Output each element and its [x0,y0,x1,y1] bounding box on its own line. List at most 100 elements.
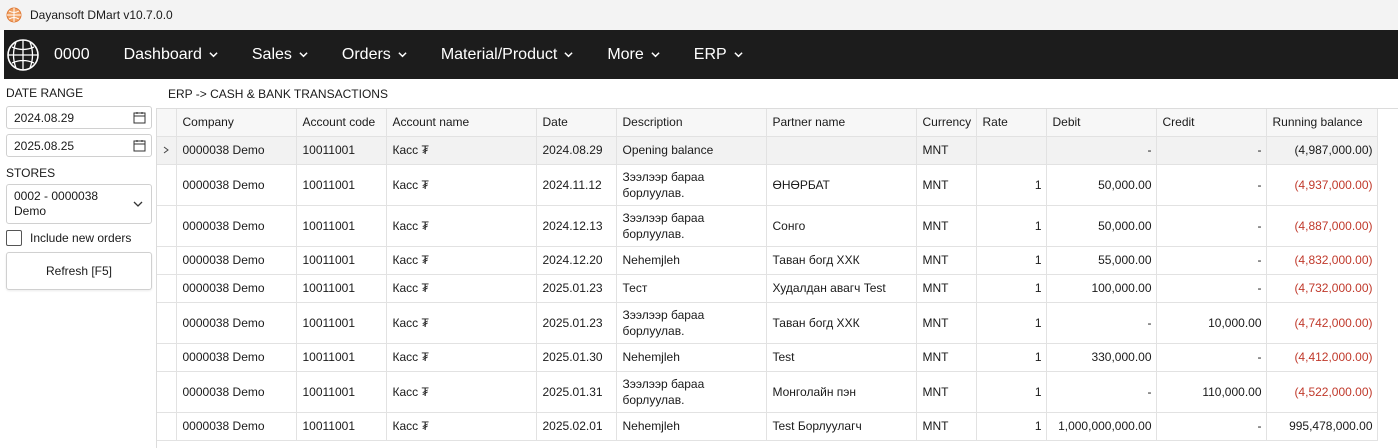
cell-running-balance[interactable]: (4,887,000.00) [1266,205,1378,247]
cell-rate[interactable]: 1 [976,205,1047,247]
cell-account-code[interactable]: 10011001 [296,343,387,372]
cell-rate[interactable]: 1 [976,412,1047,441]
nav-material-product[interactable]: Material/Product [431,30,584,79]
cell-description[interactable]: Opening balance [616,136,767,165]
cell-credit[interactable]: - [1156,246,1267,275]
cell-currency[interactable]: MNT [916,343,977,372]
cell-account-code[interactable]: 10011001 [296,164,387,206]
cell-date[interactable]: 2025.01.30 [536,343,617,372]
cell-date[interactable]: 2025.01.31 [536,371,617,413]
cell-account-name[interactable]: Касс ₮ [386,205,537,247]
cell-company[interactable]: 0000038 Demo [176,205,297,247]
cell-description[interactable]: Nehemjleh [616,412,767,441]
cell-credit[interactable]: - [1156,164,1267,206]
cell-partner-name[interactable]: Худалдан авагч Test [766,274,917,303]
table-row[interactable]: 0000038 Demo 10011001 Касс ₮ 2024.11.12 Зээл… [157,164,1378,206]
include-new-orders-checkbox[interactable] [6,230,22,246]
cell-description[interactable]: Nehemjleh [616,343,767,372]
cell-description[interactable]: Зээлээр бараа борлуулав. [616,302,767,344]
cell-credit[interactable]: 110,000.00 [1156,371,1267,413]
cell-rate[interactable] [976,136,1047,165]
cell-rate[interactable]: 1 [976,371,1047,413]
row-selector[interactable] [157,274,177,303]
row-selector[interactable] [157,246,177,275]
column-header[interactable]: Account name [386,109,537,137]
cell-debit[interactable]: 100,000.00 [1046,274,1157,303]
cell-currency[interactable]: MNT [916,205,977,247]
table-row[interactable]: 0000038 Demo 10011001 Касс ₮ 2024.12.13 Зээл… [157,205,1378,247]
cell-account-code[interactable]: 10011001 [296,246,387,275]
row-selector[interactable] [157,302,177,344]
cell-company[interactable]: 0000038 Demo [176,412,297,441]
nav-erp[interactable]: ERP [684,30,753,79]
cell-currency[interactable]: MNT [916,412,977,441]
cell-partner-name[interactable]: Таван богд ХХК [766,246,917,275]
table-row[interactable]: 0000038 Demo 10011001 Касс ₮ 2024.08.29 Open… [157,136,1378,165]
nav-orders[interactable]: Orders [332,30,417,79]
cell-description[interactable]: Зээлээр бараа борлуулав. [616,164,767,206]
cell-rate[interactable]: 1 [976,274,1047,303]
cell-partner-name[interactable]: ӨНӨРБАТ [766,164,917,206]
cell-rate[interactable]: 1 [976,246,1047,275]
table-row[interactable]: 0000038 Demo 10011001 Касс ₮ 2025.02.01 Nehe… [157,412,1378,441]
cell-account-name[interactable]: Касс ₮ [386,164,537,206]
calendar-icon[interactable] [133,111,146,124]
cell-rate[interactable]: 1 [976,302,1047,344]
table-row[interactable]: 0000038 Demo 10011001 Касс ₮ 2025.01.31 Зээл… [157,371,1378,413]
row-selector[interactable] [157,412,177,441]
cell-running-balance[interactable]: (4,522,000.00) [1266,371,1378,413]
globe-logo-icon[interactable] [6,38,40,72]
column-header[interactable]: Rate [976,109,1047,137]
cell-debit[interactable]: - [1046,302,1157,344]
date-to-field[interactable]: 2025.08.25 [6,134,152,157]
cell-currency[interactable]: MNT [916,274,977,303]
cell-company[interactable]: 0000038 Demo [176,164,297,206]
calendar-icon[interactable] [133,139,146,152]
cell-company[interactable]: 0000038 Demo [176,302,297,344]
cell-currency[interactable]: MNT [916,246,977,275]
cell-debit[interactable]: 50,000.00 [1046,164,1157,206]
cell-account-code[interactable]: 10011001 [296,302,387,344]
column-header[interactable]: Partner name [766,109,917,137]
table-row[interactable]: 0000038 Demo 10011001 Касс ₮ 2025.01.23 Зээл… [157,302,1378,344]
store-select[interactable]: 0002 - 0000038 Demo [6,184,152,224]
cell-company[interactable]: 0000038 Demo [176,274,297,303]
cell-partner-name[interactable]: Таван богд ХХК [766,302,917,344]
cell-account-code[interactable]: 10011001 [296,205,387,247]
cell-partner-name[interactable] [766,136,917,165]
column-header[interactable]: Account code [296,109,387,137]
cell-account-name[interactable]: Касс ₮ [386,371,537,413]
cell-description[interactable]: Nehemjleh [616,246,767,275]
cell-date[interactable]: 2025.01.23 [536,274,617,303]
nav-dashboard[interactable]: Dashboard [114,30,228,79]
cell-running-balance[interactable]: (4,937,000.00) [1266,164,1378,206]
cell-debit[interactable]: 50,000.00 [1046,205,1157,247]
nav-sales[interactable]: Sales [242,30,318,79]
cell-rate[interactable]: 1 [976,343,1047,372]
cell-account-name[interactable]: Касс ₮ [386,246,537,275]
row-selector[interactable] [157,164,177,206]
cell-debit[interactable]: 1,000,000,000.00 [1046,412,1157,441]
cell-account-name[interactable]: Касс ₮ [386,412,537,441]
cell-partner-name[interactable]: Монголайн пэн [766,371,917,413]
cell-description[interactable]: Зээлээр бараа борлуулав. [616,371,767,413]
cell-account-name[interactable]: Касс ₮ [386,302,537,344]
table-row[interactable]: 0000038 Demo 10011001 Касс ₮ 2025.01.23 Тест… [157,274,1378,303]
cell-currency[interactable]: MNT [916,302,977,344]
cell-currency[interactable]: MNT [916,136,977,165]
date-from-field[interactable]: 2024.08.29 [6,106,152,129]
cell-partner-name[interactable]: Test [766,343,917,372]
cell-company[interactable]: 0000038 Demo [176,343,297,372]
cell-account-code[interactable]: 10011001 [296,136,387,165]
column-header[interactable]: Description [616,109,767,137]
cell-company[interactable]: 0000038 Demo [176,136,297,165]
cell-debit[interactable]: 55,000.00 [1046,246,1157,275]
cell-credit[interactable]: - [1156,274,1267,303]
cell-account-code[interactable]: 10011001 [296,274,387,303]
column-header[interactable]: Date [536,109,617,137]
cell-running-balance[interactable]: (4,732,000.00) [1266,274,1378,303]
cell-credit[interactable]: - [1156,205,1267,247]
cell-account-code[interactable]: 10011001 [296,412,387,441]
table-row[interactable]: 0000038 Demo 10011001 Касс ₮ 2024.12.20 Nehe… [157,246,1378,275]
row-selector[interactable] [157,371,177,413]
